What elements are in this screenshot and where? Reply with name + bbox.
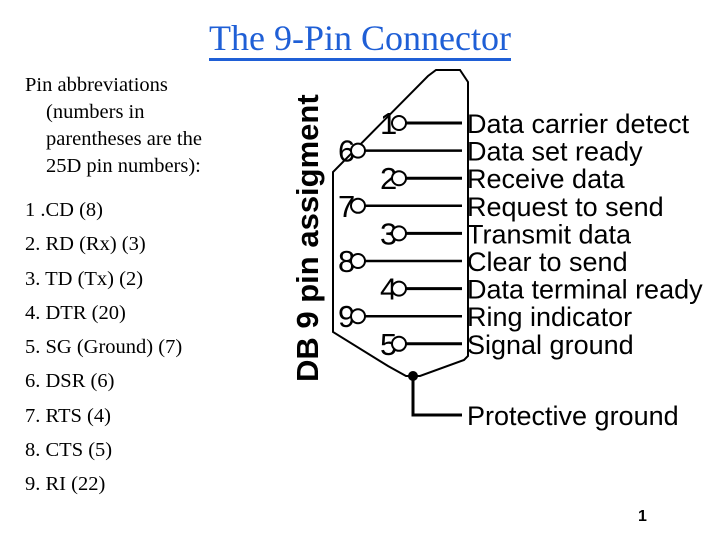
pin-1-signal-label: Data carrier detect (467, 109, 690, 139)
pin-list-item: 9. RI (22) (25, 473, 106, 496)
protective-ground: Protective ground (411, 376, 679, 431)
pin-7-contact-icon (350, 197, 366, 214)
pin-list-item: 2. RD (Rx) (3) (25, 233, 146, 256)
pin-list-item: 8. CTS (5) (25, 439, 113, 462)
pin-abbreviation-list: 1 .CD (8) 2. RD (Rx) (3) 3. TD (Tx) (2) … (25, 193, 182, 502)
pin-8-signal-label: Clear to send (467, 247, 628, 277)
pin-3-signal-label: Transmit data (467, 219, 632, 249)
pin-list-item: 7. RTS (4) (25, 404, 111, 427)
pin-2-signal-label: Receive data (467, 164, 626, 194)
pin-9-signal-label: Ring indicator (467, 302, 632, 332)
pin-3-contact-icon (391, 225, 407, 242)
pin-6-signal-label: Data set ready (467, 137, 643, 167)
intro-line-3: parentheses are the (46, 128, 202, 150)
page-number: 1 (638, 508, 647, 525)
pin-7-signal-label: Request to send (467, 192, 664, 222)
protective-ground-label: Protective ground (467, 401, 679, 431)
pin-9-contact-icon (350, 308, 366, 325)
slide-title-text: The 9-Pin Connector (209, 18, 511, 61)
pin-rows: 1 Data carrier detect6 Data set ready2 Rece… (338, 106, 703, 362)
pin-2-contact-icon (391, 170, 407, 187)
pin-4-signal-label: Data terminal ready (467, 275, 703, 305)
intro-line-1: Pin abbreviations (25, 74, 168, 96)
pin-list-item: 1 .CD (8) (25, 199, 104, 221)
pin-5-contact-icon (391, 335, 407, 352)
pin-list-item: 4. DTR (20) (25, 301, 126, 324)
diagram-vertical-label: DB 9 pin assigment (290, 94, 325, 382)
pin-list-item: 5. SG (Ground) (7) (25, 336, 183, 359)
intro-line-2: (numbers in (46, 101, 145, 123)
intro-text: Pin abbreviations (numbers in parenthese… (25, 72, 275, 180)
pin-1-contact-icon (391, 115, 407, 131)
slide-title: The 9-Pin Connector (0, 16, 720, 61)
pin-4-contact-icon (391, 280, 407, 297)
pin-6-contact-icon (350, 142, 366, 159)
db9-pinout-diagram: DB 9 pin assigment 1 Data carrier detect6… (290, 69, 703, 431)
protective-ground-lead (411, 376, 462, 417)
pin-5-signal-label: Signal ground (467, 330, 634, 360)
pin-list-item: 6. DSR (6) (25, 370, 115, 393)
pin-8-contact-icon (350, 253, 366, 269)
pin-list-item: 3. TD (Tx) (2) (25, 267, 144, 290)
intro-line-4: 25D pin numbers): (46, 155, 201, 177)
